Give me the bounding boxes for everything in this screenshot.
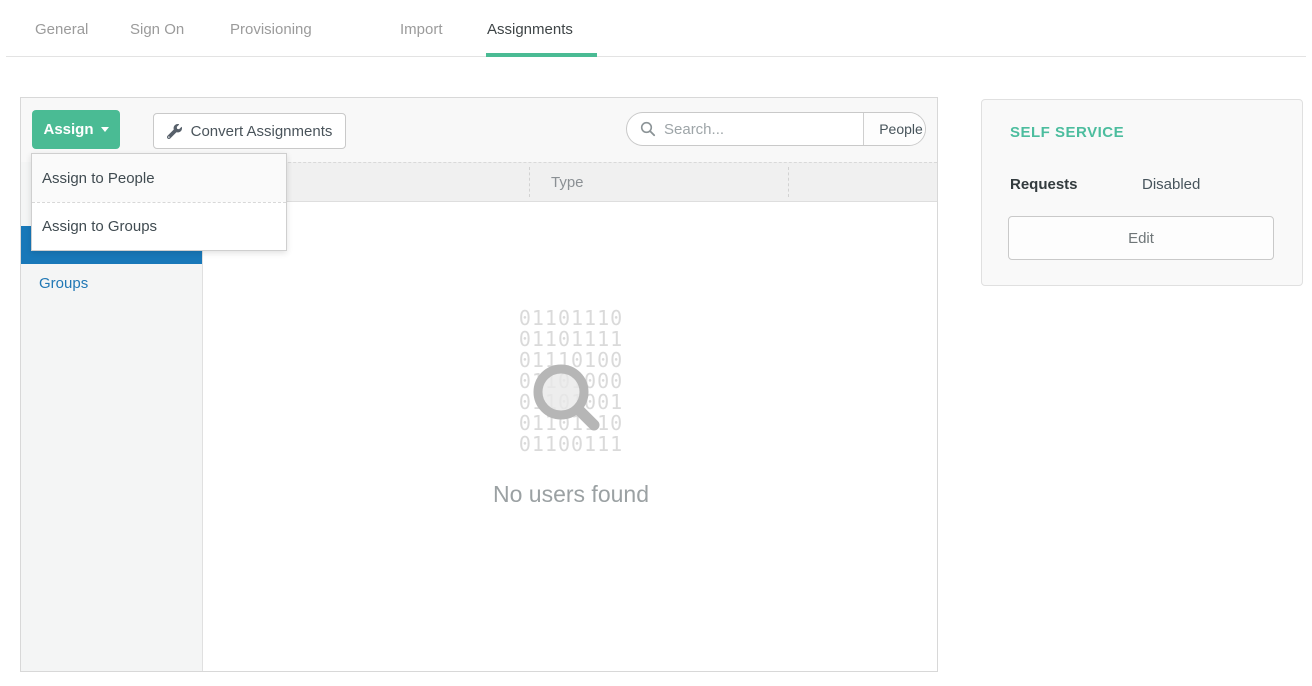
search-field-area <box>627 113 863 145</box>
binary-line: 01101111 <box>203 329 939 350</box>
tab-general[interactable]: General <box>35 21 88 38</box>
search-scope-dropdown[interactable]: People <box>863 113 926 145</box>
magnifier-icon <box>525 356 611 442</box>
binary-line: 01101110 <box>203 308 939 329</box>
sidebar-item-groups-label: Groups <box>39 275 88 292</box>
sidebar-item-groups[interactable]: Groups <box>21 264 202 302</box>
search-input[interactable] <box>664 121 863 138</box>
requests-label: Requests <box>1010 176 1078 193</box>
wrench-icon <box>167 124 182 139</box>
menu-item-assign-to-groups[interactable]: Assign to Groups <box>32 202 286 250</box>
search-bar: People <box>626 112 926 146</box>
chevron-down-icon <box>101 127 109 132</box>
search-icon <box>640 121 656 137</box>
assignments-table-header: Type <box>203 162 937 202</box>
convert-assignments-button[interactable]: Convert Assignments <box>153 113 346 149</box>
assign-button[interactable]: Assign <box>32 110 120 149</box>
tab-provisioning[interactable]: Provisioning <box>230 21 312 38</box>
tab-bar-divider <box>6 56 1306 57</box>
search-scope-label: People <box>879 121 923 137</box>
column-header-type: Type <box>551 163 584 201</box>
column-divider <box>529 167 530 197</box>
assign-button-label: Assign <box>43 121 93 138</box>
empty-state-message: No users found <box>203 481 939 508</box>
column-divider <box>788 167 789 197</box>
edit-button[interactable]: Edit <box>1008 216 1274 260</box>
requests-value: Disabled <box>1142 176 1200 193</box>
tab-assignments[interactable]: Assignments <box>487 21 573 38</box>
self-service-title: SELF SERVICE <box>1010 124 1124 141</box>
active-tab-underline <box>486 53 597 57</box>
tab-sign-on[interactable]: Sign On <box>130 21 184 38</box>
menu-item-assign-to-people[interactable]: Assign to People <box>32 154 286 202</box>
tab-import[interactable]: Import <box>400 21 443 38</box>
self-service-panel: SELF SERVICE Requests Disabled Edit <box>981 99 1303 286</box>
empty-state: 01101110 01101111 01110100 01101000 0110… <box>203 308 939 508</box>
assign-dropdown-menu: Assign to People Assign to Groups <box>31 153 287 251</box>
convert-assignments-label: Convert Assignments <box>191 123 333 140</box>
app-assignments-page: General Sign On Provisioning Import Assi… <box>0 0 1312 686</box>
